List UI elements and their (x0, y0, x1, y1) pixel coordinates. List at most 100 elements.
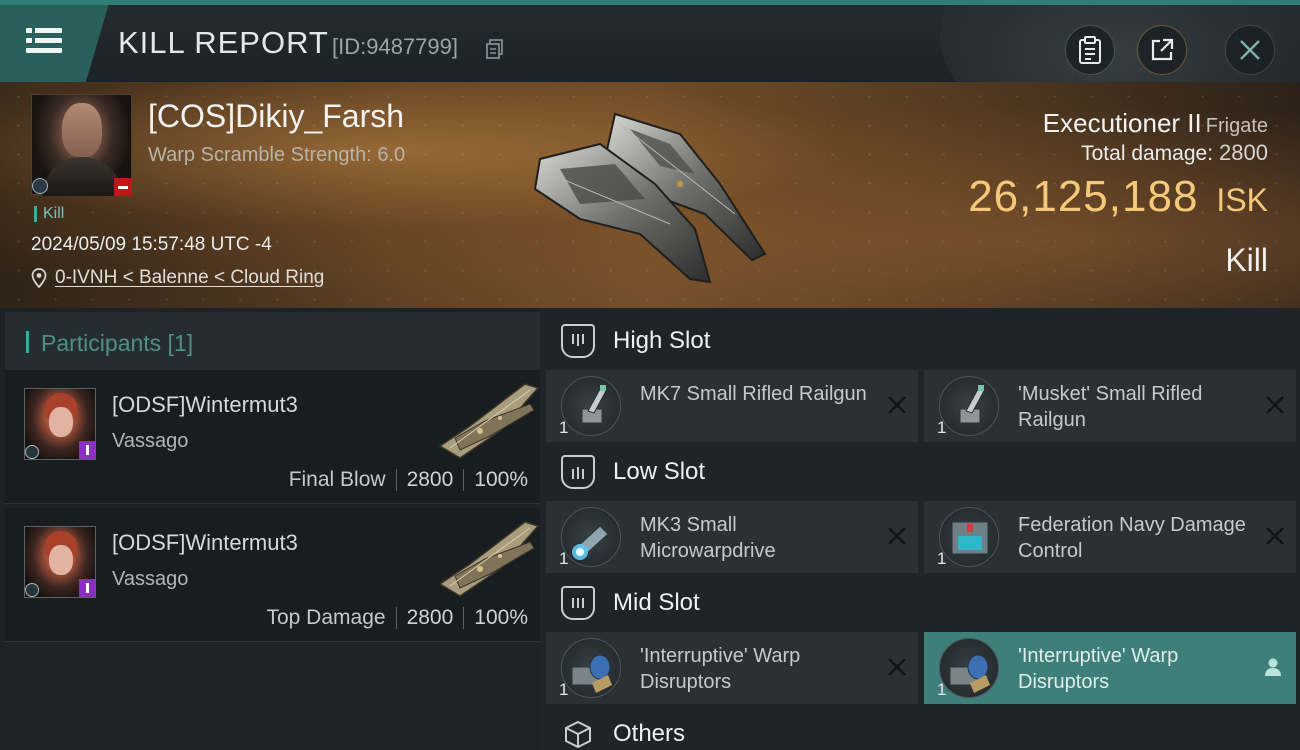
participant-percent: 100% (474, 606, 528, 629)
participant-ship: Vassago (112, 430, 189, 452)
kill-location[interactable]: 0-IVNH < Balenne < Cloud Ring (31, 267, 324, 289)
corp-logo-icon (32, 178, 48, 194)
clipboard-button[interactable] (1065, 25, 1115, 75)
header-accent-bar (26, 331, 29, 353)
participant-ship-image (438, 383, 540, 459)
victim-ship-image[interactable] (520, 104, 780, 284)
victim-stat: Warp Scramble Strength: 6.0 (148, 144, 406, 166)
participant-role: Final Blow (288, 468, 386, 491)
module-quantity: 1 (559, 549, 569, 568)
victim-banner: [COS]Dikiy_Farsh Warp Scramble Strength:… (0, 82, 1300, 308)
railgun-icon (561, 376, 621, 436)
destroyed-x-icon (888, 396, 906, 414)
victim-portrait[interactable] (31, 94, 132, 196)
participants-title: Participants [1] (41, 330, 194, 356)
participant-percent: 100% (474, 468, 528, 491)
close-button[interactable] (1225, 25, 1275, 75)
kill-timestamp: 2024/05/09 15:57:48 UTC -4 (31, 234, 272, 255)
participant-avatar[interactable] (24, 526, 96, 598)
participants-panel: Participants [1] [ODSF]Wintermut3 Vassag… (0, 308, 540, 750)
module-name: MK7 Small Rifled Railgun (640, 383, 867, 405)
low-slot-header: Low Slot (540, 442, 1300, 502)
module-name: Federation Navy Damage Control (1018, 514, 1246, 562)
ship-name: Executioner II (1042, 108, 1202, 138)
destroyed-x-icon (888, 658, 906, 676)
participants-header: Participants [1] (5, 312, 540, 370)
divider (395, 469, 397, 491)
isk-value: 26,125,188 ISK (968, 172, 1268, 222)
damage-control-icon (939, 507, 999, 567)
module-item[interactable]: 1 Federation Navy Damage Control (924, 501, 1296, 573)
module-name: 'Interruptive' Warp Disruptors (1018, 645, 1179, 693)
high-slot-title: High Slot (613, 327, 711, 354)
isk-unit: ISK (1216, 182, 1268, 218)
copy-icon[interactable] (486, 39, 504, 59)
module-item[interactable]: 1 'Musket' Small Rifled Railgun (924, 370, 1296, 442)
high-slot-header: High Slot (540, 311, 1300, 371)
divider (395, 607, 397, 629)
low-slot-title: Low Slot (613, 458, 706, 485)
pilot-tag-icon (79, 579, 95, 597)
warp-disruptor-icon (561, 638, 621, 698)
module-item[interactable]: 1 MK7 Small Rifled Railgun (546, 370, 918, 442)
participant-row[interactable]: [ODSF]Wintermut3 Vassago Final Blow 2800… (5, 370, 540, 504)
participant-stats: Final Blow 2800 100% (289, 468, 528, 492)
participant-name[interactable]: [ODSF]Wintermut3 (112, 530, 298, 556)
mid-slot-icon (561, 586, 595, 620)
page-title: KILL REPORT (118, 25, 329, 60)
participant-ship-image (438, 521, 540, 597)
clipboard-icon (1079, 36, 1101, 64)
participant-stats: Top Damage 2800 100% (266, 606, 528, 630)
others-header: Others (540, 704, 1300, 750)
others-title: Others (613, 720, 686, 747)
hamburger-icon (26, 28, 62, 54)
share-icon (1151, 38, 1174, 61)
isk-amount: 26,125,188 (968, 172, 1199, 221)
destroyed-x-icon (1266, 527, 1284, 545)
fitting-panel: High Slot 1 MK7 Small Rifled Railgun 1 '… (540, 308, 1300, 750)
location-link[interactable]: 0-IVNH < Balenne < Cloud Ring (55, 267, 324, 289)
total-damage: Total damage: 2800 (1081, 140, 1268, 166)
corp-logo-icon (25, 583, 39, 597)
victim-name[interactable]: [COS]Dikiy_Farsh (148, 98, 404, 135)
high-slot-icon (561, 324, 595, 358)
module-name: 'Interruptive' Warp Disruptors (640, 645, 801, 693)
negative-standing-icon (114, 178, 132, 196)
module-quantity: 1 (559, 680, 569, 699)
destroyed-x-icon (888, 527, 906, 545)
victim-ship-class[interactable]: Executioner II Frigate (1043, 108, 1268, 139)
share-button[interactable] (1137, 25, 1187, 75)
participant-row[interactable]: [ODSF]Wintermut3 Vassago Top Damage 2800… (5, 508, 540, 642)
top-bar: KILL REPORT [ID:9487799] (0, 0, 1300, 82)
kill-tag: Kill (34, 206, 64, 222)
corp-logo-icon (25, 445, 39, 459)
pilot-tag-icon (79, 441, 95, 459)
module-quantity: 1 (937, 549, 947, 568)
participant-name[interactable]: [ODSF]Wintermut3 (112, 392, 298, 418)
divider (463, 607, 465, 629)
module-item[interactable]: 1 MK3 Small Microwarpdrive (546, 501, 918, 573)
participant-ship: Vassago (112, 568, 189, 590)
report-id: [ID:9487799] (332, 34, 458, 59)
dropped-person-icon (1265, 658, 1281, 676)
participant-damage: 2800 (406, 606, 454, 629)
microwarpdrive-icon (561, 507, 621, 567)
ship-type: Frigate (1205, 115, 1268, 137)
low-slot-icon (561, 455, 595, 489)
mid-slot-title: Mid Slot (613, 589, 700, 616)
cargo-box-icon (561, 717, 595, 750)
module-item[interactable]: 1 'Interruptive' Warp Disruptors (546, 632, 918, 704)
divider (463, 469, 465, 491)
total-damage-value: 2800 (1219, 140, 1268, 165)
result-label: Kill (1225, 242, 1268, 278)
module-item-selected[interactable]: 1 'Interruptive' Warp Disruptors (924, 632, 1296, 704)
destroyed-x-icon (1266, 396, 1284, 414)
module-quantity: 1 (937, 680, 947, 699)
railgun-icon (939, 376, 999, 436)
participant-role: Top Damage (266, 606, 386, 629)
module-name: MK3 Small Microwarpdrive (640, 514, 776, 562)
warp-disruptor-icon (939, 638, 999, 698)
total-damage-label: Total damage: (1081, 142, 1214, 165)
participant-avatar[interactable] (24, 388, 96, 460)
menu-button[interactable] (0, 5, 110, 82)
